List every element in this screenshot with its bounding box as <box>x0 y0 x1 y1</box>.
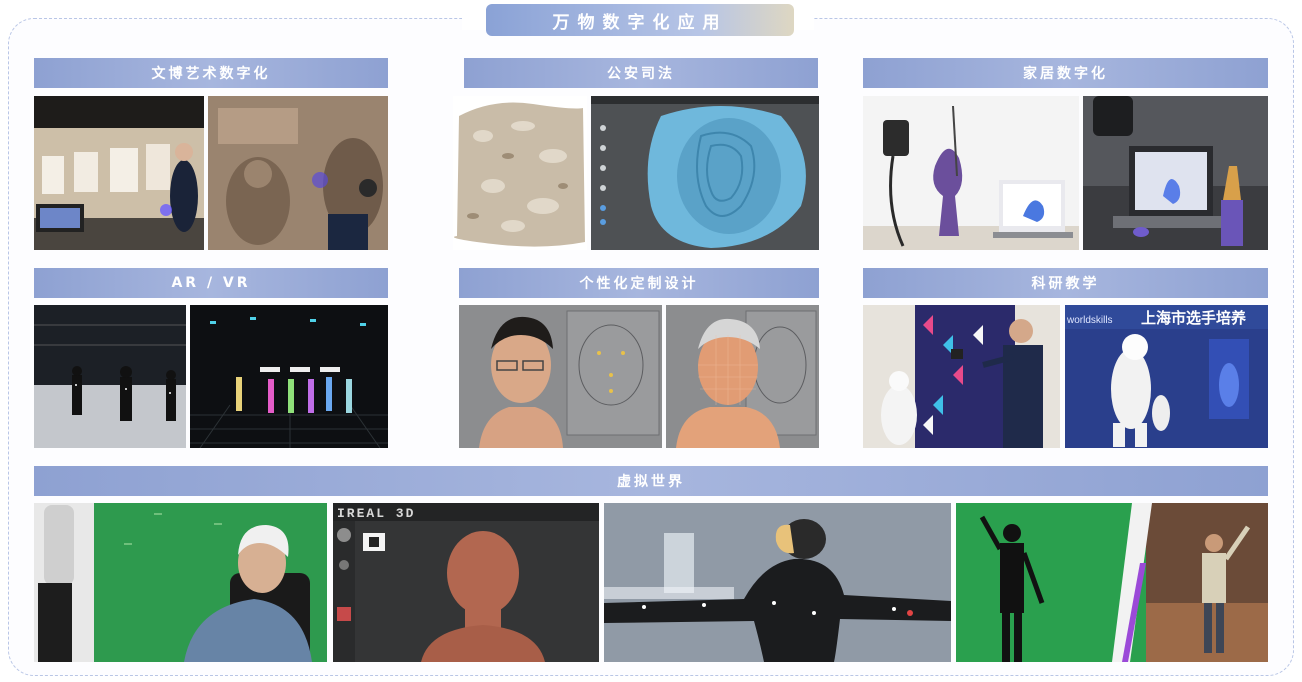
virtual-avatar-stage-photo <box>956 503 1268 662</box>
ireal-text: IREAL 3D <box>337 506 415 521</box>
section-header-police: 公安司法 <box>464 58 818 88</box>
section-header-custom: 个性化定制设计 <box>459 268 819 298</box>
face-mesh-photo <box>666 305 819 448</box>
museum-scan-photo <box>34 96 204 250</box>
forensic-texture-photo <box>453 96 587 250</box>
section-header-home: 家居数字化 <box>863 58 1268 88</box>
worldskills-text: worldskills <box>1066 315 1113 326</box>
motion-capture-studio-photo <box>34 305 186 448</box>
worldskills-photo: worldskills 上海市选手培养 <box>1065 305 1268 448</box>
face-scan-photo <box>459 305 662 448</box>
motion-suit-photo <box>604 503 951 662</box>
science-demo-photo <box>863 305 1060 448</box>
forensic-software-photo <box>591 96 819 250</box>
home-scan-photo <box>863 96 1079 250</box>
section-header-science: 科研教学 <box>863 268 1268 298</box>
sculpt-software-photo: IREAL 3D <box>333 503 599 662</box>
home-laptop-photo <box>1083 96 1268 250</box>
section-header-culture: 文博艺术数字化 <box>34 58 388 88</box>
section-header-virtual: 虚拟世界 <box>34 466 1268 496</box>
grotto-scan-photo <box>208 96 388 250</box>
section-header-arvr: AR / VR <box>34 268 388 298</box>
head-scan-greenscreen-photo <box>34 503 327 662</box>
shanghai-text: 上海市选手培养 <box>1141 309 1247 327</box>
page-title: 万物数字化应用 <box>486 4 794 36</box>
virtual-avatars-photo <box>190 305 388 448</box>
